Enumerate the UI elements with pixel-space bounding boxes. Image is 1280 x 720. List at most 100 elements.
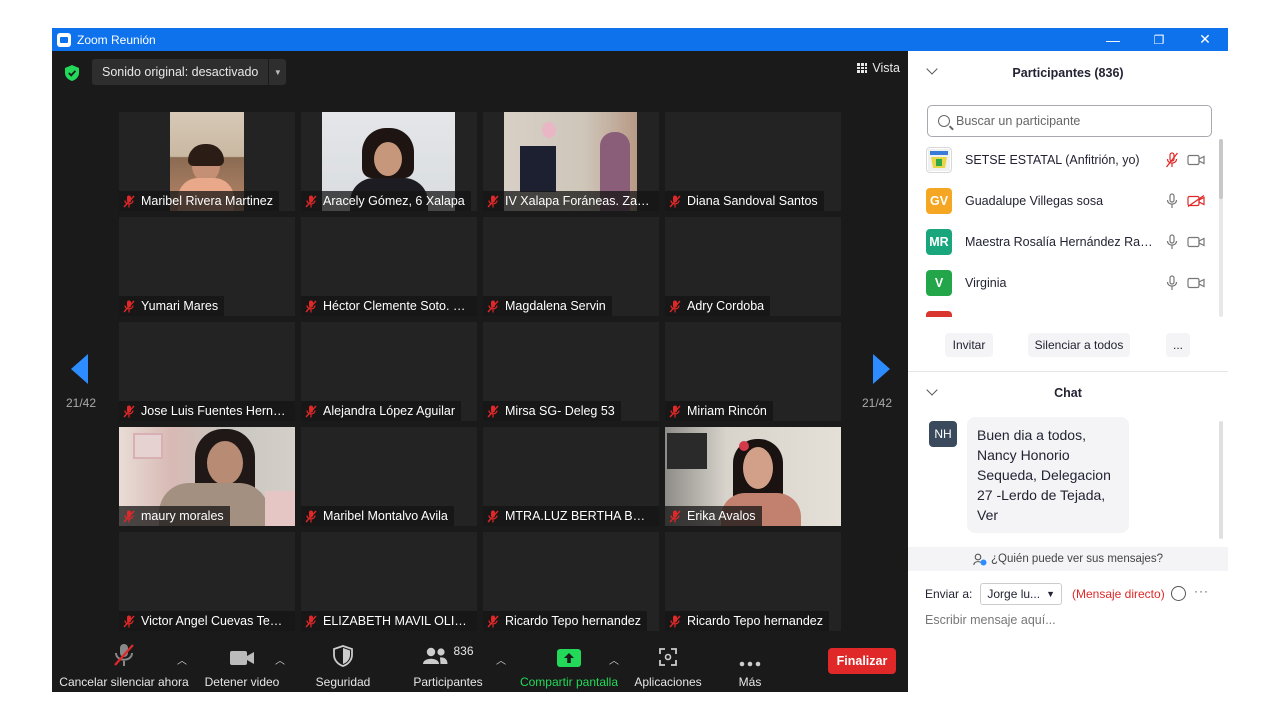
video-tile[interactable]: Erika Avalos: [665, 427, 841, 526]
muted-mic-icon: [669, 300, 681, 312]
muted-mic-icon: [669, 615, 681, 627]
close-button[interactable]: ✕: [1182, 28, 1228, 51]
chat-scrollbar[interactable]: [1219, 421, 1223, 539]
video-tile[interactable]: Ricardo Tepo hernandez: [665, 532, 841, 631]
security-label: Seguridad: [315, 675, 371, 689]
collapse-chevron-icon[interactable]: [926, 63, 938, 75]
participant-search-input[interactable]: Buscar un participante: [927, 105, 1212, 137]
participant-row[interactable]: GV Guadalupe Villegas sosa: [908, 180, 1218, 221]
encryption-shield-icon[interactable]: [65, 65, 79, 81]
muted-mic-icon: [669, 405, 681, 417]
view-button[interactable]: Vista: [857, 61, 900, 75]
participant-name: Diana Sandoval Santos: [687, 194, 818, 208]
participants-scrollbar[interactable]: [1219, 139, 1223, 317]
chevron-down-icon[interactable]: ▼: [268, 59, 286, 85]
video-options-chevron-icon[interactable]: ︿: [275, 652, 285, 667]
video-tile[interactable]: Maribel Rivera Martinez: [119, 112, 295, 211]
participant-row[interactable]: SETSE ESTATAL (Anfitrión, yo): [908, 139, 1218, 180]
unmute-button[interactable]: Cancelar silenciar ahora: [59, 639, 189, 692]
video-tile[interactable]: Adry Cordoba: [665, 217, 841, 316]
mic-icon[interactable]: [1165, 274, 1179, 291]
participants-list: SETSE ESTATAL (Anfitrión, yo) GV Guadalu…: [908, 139, 1218, 317]
apps-button[interactable]: Aplicaciones: [632, 639, 704, 692]
video-tile[interactable]: MTRA.LUZ BERTHA BECERRA: [483, 427, 659, 526]
video-tile[interactable]: Héctor Clemente Soto. Deleg: [301, 217, 477, 316]
participants-button[interactable]: 836 Participantes: [408, 639, 488, 692]
video-tile[interactable]: Victor Angel Cuevas Tenorio: [119, 532, 295, 631]
video-tile[interactable]: Yumari Mares: [119, 217, 295, 316]
page-indicator-right: 21/42: [862, 396, 893, 410]
original-sound-button[interactable]: Sonido original: desactivado ▼: [92, 59, 287, 85]
video-tile[interactable]: Mirsa SG- Deleg 53: [483, 322, 659, 421]
video-tile[interactable]: IV Xalapa Foráneas. Zaragoza: [483, 112, 659, 211]
send-to-label: Enviar a:: [925, 587, 973, 601]
chat-message-input[interactable]: Escribir mensaje aquí...: [925, 613, 1056, 627]
participant-name: Aracely Gómez, 6 Xalapa: [323, 194, 465, 208]
video-tile[interactable]: Jose Luis Fuentes Hernández: [119, 322, 295, 421]
participant-name: Maestra Rosalía Hernández Ramírez: [965, 234, 1161, 249]
mic-icon[interactable]: [1165, 233, 1179, 250]
zoom-logo-icon: [57, 32, 71, 47]
participant-name: MTRA.LUZ BERTHA BECERRA: [505, 509, 653, 523]
video-tile[interactable]: Diana Sandoval Santos: [665, 112, 841, 211]
invite-button[interactable]: Invitar: [945, 333, 993, 357]
video-camera-icon[interactable]: [1187, 277, 1205, 289]
participant-row[interactable]: V Virginia: [908, 262, 1218, 303]
participant-row-partial[interactable]: [908, 303, 1218, 317]
chat-more-icon[interactable]: ···: [1194, 584, 1209, 598]
muted-mic-icon: [305, 300, 317, 312]
zoom-window: Zoom Reunión — ❐ ✕ Sonido original: desa…: [52, 28, 1228, 692]
avatar: [926, 310, 952, 317]
previous-page-arrow-icon[interactable]: [71, 354, 88, 384]
participant-name: Yumari Mares: [141, 299, 219, 313]
muted-mic-icon[interactable]: [1165, 151, 1179, 168]
next-page-arrow-icon[interactable]: [873, 354, 890, 384]
video-camera-icon[interactable]: [1187, 154, 1205, 166]
end-meeting-button[interactable]: Finalizar: [828, 648, 896, 674]
security-button[interactable]: Seguridad: [308, 639, 378, 692]
collapse-chevron-icon[interactable]: [926, 384, 938, 396]
video-tile[interactable]: Alejandra López Aguilar: [301, 322, 477, 421]
participants-more-button[interactable]: ...: [1166, 333, 1190, 357]
stop-video-button[interactable]: Detener video: [202, 639, 282, 692]
participants-options-chevron-icon[interactable]: ︿: [496, 652, 506, 667]
video-tile[interactable]: Aracely Gómez, 6 Xalapa: [301, 112, 477, 211]
audio-options-chevron-icon[interactable]: ︿: [177, 652, 187, 667]
more-dots-icon: [739, 661, 761, 667]
video-tile[interactable]: Ricardo Tepo hernandez: [483, 532, 659, 631]
more-button[interactable]: Más: [728, 639, 772, 692]
emoji-icon[interactable]: [1171, 586, 1186, 601]
video-off-icon[interactable]: [1187, 194, 1205, 207]
participant-name: Alejandra López Aguilar: [323, 404, 456, 418]
side-panel: Participantes (836) Buscar un participan…: [908, 51, 1228, 692]
muted-mic-icon: [123, 300, 135, 312]
mute-all-button[interactable]: Silenciar a todos: [1028, 333, 1130, 357]
chat-title: Chat: [1054, 386, 1082, 400]
share-screen-button[interactable]: Compartir pantalla: [518, 639, 620, 692]
video-tile[interactable]: Miriam Rincón: [665, 322, 841, 421]
participant-row[interactable]: MR Maestra Rosalía Hernández Ramírez: [908, 221, 1218, 262]
video-tile[interactable]: ELIZABETH MAVIL OLIVARES: [301, 532, 477, 631]
recipient-select[interactable]: Jorge lu... ▼: [980, 583, 1062, 605]
who-can-see-messages-link[interactable]: ¿Quién puede ver sus mensajes?: [908, 547, 1228, 571]
participant-name: Héctor Clemente Soto. Deleg: [323, 299, 471, 313]
send-to-row: Enviar a: Jorge lu... ▼ (Mensaje directo…: [925, 583, 1165, 605]
video-tile[interactable]: Maribel Montalvo Avila: [301, 427, 477, 526]
participant-name: SETSE ESTATAL (Anfitrión, yo): [965, 152, 1140, 167]
share-options-chevron-icon[interactable]: ︿: [609, 652, 619, 667]
minimize-button[interactable]: —: [1090, 28, 1136, 51]
video-tile[interactable]: maury morales: [119, 427, 295, 526]
person-info-icon: [973, 553, 987, 565]
video-tile[interactable]: Magdalena Servin: [483, 217, 659, 316]
video-camera-icon[interactable]: [1187, 236, 1205, 248]
muted-mic-icon: [305, 615, 317, 627]
direct-message-label: (Mensaje directo): [1071, 587, 1165, 601]
muted-mic-icon: [305, 405, 317, 417]
avatar: V: [926, 269, 952, 296]
who-can-see-label: ¿Quién puede ver sus mensajes?: [991, 553, 1163, 565]
stop-video-label: Detener video: [204, 675, 280, 689]
participant-video-grid: Maribel Rivera Martinez Aracely Gómez, 6…: [119, 112, 841, 635]
maximize-button[interactable]: ❐: [1136, 28, 1182, 51]
muted-mic-icon: [487, 300, 499, 312]
mic-icon[interactable]: [1165, 192, 1179, 209]
